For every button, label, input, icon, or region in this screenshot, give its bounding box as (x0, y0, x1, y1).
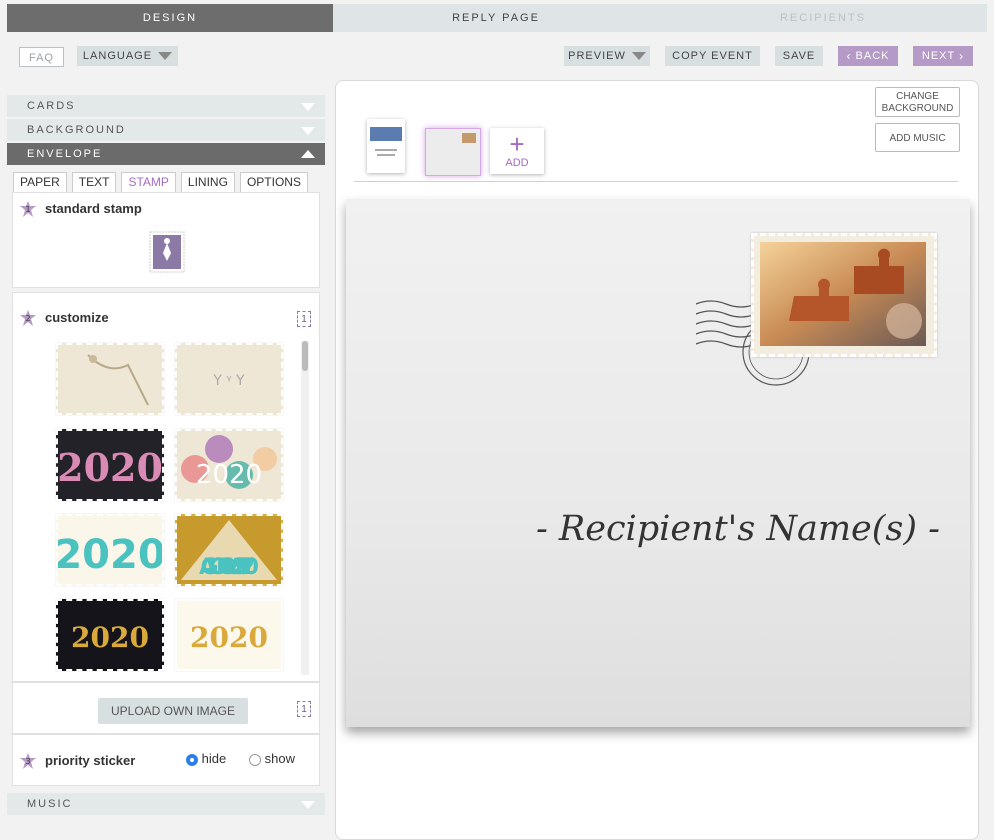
stamp-option-2020-bubbles[interactable]: 2020 (175, 429, 283, 501)
upload-own-image-button[interactable]: UPLOAD OWN IMAGE (98, 698, 248, 724)
section-envelope-label: ENVELOPE (27, 148, 103, 160)
svg-text:1: 1 (25, 205, 30, 214)
add-label: ADD (505, 157, 529, 169)
hide-label: hide (201, 751, 227, 766)
chevron-down-icon (158, 52, 173, 61)
show-label: show (264, 751, 295, 766)
back-button[interactable]: ‹ BACK (838, 46, 898, 66)
tab-reply-page[interactable]: REPLY PAGE (333, 4, 659, 32)
toolbar: FAQ LANGUAGE PREVIEW COPY EVENT SAVE ‹ B… (7, 40, 987, 74)
tab-recipients[interactable]: RECIPIENTS (659, 4, 987, 32)
add-page-button[interactable]: + ADD (490, 128, 544, 174)
section-cards-label: CARDS (27, 100, 76, 112)
upload-count-badge: 1 (297, 701, 311, 717)
priority-sticker-panel: 3 priority sticker hide show (12, 734, 320, 786)
recipient-name-text[interactable]: - Recipient's Name(s) - (346, 509, 940, 549)
chevron-down-icon (301, 801, 315, 809)
subtab-lining[interactable]: LINING (180, 172, 235, 192)
stamp-option-2020-colorful[interactable]: 2020 (54, 514, 166, 586)
preview-label: PREVIEW (568, 50, 626, 62)
stamp-option-2020-gold-light[interactable]: 2020 (175, 599, 283, 671)
preview-button[interactable]: PREVIEW (564, 46, 650, 66)
radio-selected-icon[interactable] (186, 753, 198, 766)
design-canvas: CHANGE BACKGROUND ADD MUSIC + ADD - Reci… (335, 80, 979, 840)
language-label: LANGUAGE (82, 50, 153, 62)
step-badge: 1 (20, 201, 36, 217)
puzzle-photo-icon (760, 242, 926, 346)
stamp-option-2020-dark[interactable]: 2020 (56, 429, 164, 501)
priority-show-option[interactable]: show (249, 751, 295, 766)
svg-text:2020: 2020 (71, 621, 149, 654)
stamp-option-glorious-2020[interactable]: A GLORIOUS 2020 (175, 514, 283, 586)
scrollbar-thumb[interactable] (302, 341, 308, 371)
envelope-thumbnail[interactable] (425, 128, 481, 176)
section-cards[interactable]: CARDS (7, 95, 325, 117)
chevron-down-icon (631, 52, 646, 61)
section-music-label: MUSIC (27, 798, 73, 810)
change-background-button[interactable]: CHANGE BACKGROUND (875, 87, 960, 117)
chevron-left-icon: ‹ (846, 49, 852, 63)
chevron-down-icon (301, 103, 315, 111)
envelope-preview: - Recipient's Name(s) - (346, 199, 970, 727)
envelope-stamp[interactable] (751, 233, 937, 357)
svg-text:2020: 2020 (58, 532, 162, 578)
radio-unselected-icon[interactable] (249, 753, 261, 766)
plus-icon: + (509, 129, 525, 159)
design-sidebar: CARDS BACKGROUND ENVELOPE PAPER TEXT STA… (7, 82, 325, 826)
section-music[interactable]: MUSIC (7, 793, 325, 815)
svg-text:3: 3 (25, 757, 30, 766)
section-envelope[interactable]: ENVELOPE (7, 143, 325, 165)
priority-sticker-title: priority sticker (45, 753, 136, 768)
chevron-up-icon (301, 150, 315, 158)
stamp-option-glasses[interactable]: Y ᵞ Y (175, 343, 283, 415)
customize-panel: 2 customize 1 Y ᵞ Y 2020 2020 2020 A GLO… (12, 292, 320, 682)
envelope-subtabs: PAPER TEXT STAMP LINING OPTIONS (13, 172, 308, 192)
customize-title: customize (45, 310, 109, 325)
scrollbar-track[interactable] (301, 341, 309, 675)
chevron-down-icon (301, 127, 315, 135)
faq-button[interactable]: FAQ (19, 47, 64, 67)
step-badge: 2 (20, 310, 36, 326)
section-background[interactable]: BACKGROUND (7, 119, 325, 141)
stamp-option-2020-gold-dark[interactable]: 2020 (56, 599, 164, 671)
save-button[interactable]: SAVE (775, 46, 823, 66)
svg-text:2020: 2020 (58, 445, 162, 490)
chevron-right-icon: › (959, 49, 965, 63)
standard-stamp-panel: 1 standard stamp (12, 192, 320, 288)
next-button[interactable]: NEXT › (913, 46, 973, 66)
copy-event-button[interactable]: COPY EVENT (665, 46, 760, 66)
tab-design[interactable]: DESIGN (7, 4, 333, 32)
upload-panel: UPLOAD OWN IMAGE 1 (12, 682, 320, 734)
svg-text:Y ᵞ Y: Y ᵞ Y (212, 373, 245, 389)
standard-stamp-image[interactable] (149, 231, 185, 273)
subtab-text[interactable]: TEXT (71, 172, 117, 192)
section-background-label: BACKGROUND (27, 124, 126, 136)
stamp-option-champagne[interactable] (56, 343, 164, 415)
subtab-stamp[interactable]: STAMP (121, 172, 176, 192)
add-music-button[interactable]: ADD MUSIC (875, 123, 960, 152)
back-label: BACK (855, 50, 890, 62)
svg-text:2020: 2020 (190, 621, 268, 654)
svg-text:A GLORIOUS 2020: A GLORIOUS 2020 (199, 555, 259, 580)
stamp-count-badge: 1 (297, 311, 311, 327)
step-badge: 3 (20, 753, 36, 769)
divider (354, 181, 958, 182)
svg-text:2020: 2020 (196, 460, 262, 490)
svg-text:2: 2 (25, 314, 30, 323)
top-tabs: DESIGN REPLY PAGE RECIPIENTS (7, 4, 987, 32)
card-thumbnail[interactable] (367, 119, 405, 173)
priority-hide-option[interactable]: hide (186, 751, 226, 766)
next-label: NEXT (921, 50, 956, 62)
subtab-paper[interactable]: PAPER (13, 172, 67, 192)
standard-stamp-title: standard stamp (45, 201, 142, 216)
subtab-options[interactable]: OPTIONS (239, 172, 308, 192)
language-button[interactable]: LANGUAGE (77, 46, 178, 66)
